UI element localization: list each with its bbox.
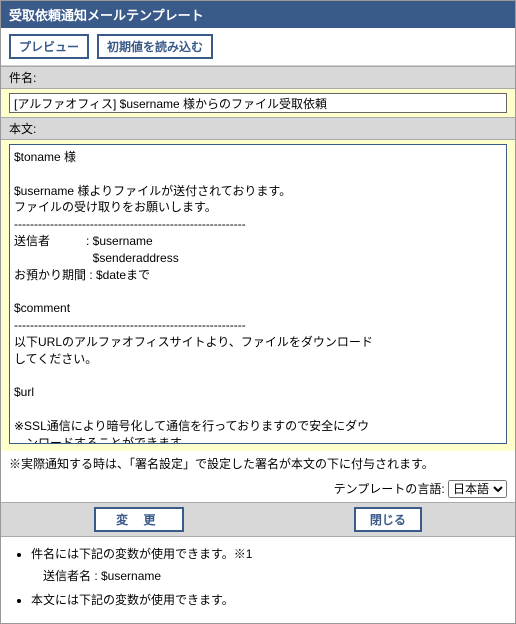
toolbar: プレビュー 初期値を読み込む: [1, 28, 515, 66]
close-button[interactable]: 閉じる: [354, 507, 422, 532]
help-item: 本文には下記の変数が使用できます。: [31, 591, 503, 609]
language-row: テンプレートの言語: 日本語: [1, 476, 515, 502]
help-section: 件名には下記の変数が使用できます。※1 送信者名 : $username 本文に…: [1, 537, 515, 623]
body-textarea[interactable]: [9, 144, 507, 444]
language-label: テンプレートの言語:: [334, 482, 445, 496]
body-label: 本文:: [1, 117, 515, 140]
help-sub: 送信者名 : $username: [43, 567, 503, 585]
signature-note: ※実際通知する時は、「署名設定」で設定した署名が本文の下に付与されます。: [1, 451, 515, 476]
load-defaults-button[interactable]: 初期値を読み込む: [97, 34, 213, 59]
subject-label: 件名:: [1, 66, 515, 89]
change-button[interactable]: 変 更: [94, 507, 183, 532]
subject-input[interactable]: [9, 93, 507, 113]
preview-button[interactable]: プレビュー: [9, 34, 89, 59]
language-select[interactable]: 日本語: [448, 480, 507, 498]
dialog-title: 受取依頼通知メールテンプレート: [1, 1, 515, 28]
help-item: 件名には下記の変数が使用できます。※1 送信者名 : $username: [31, 545, 503, 585]
action-bar: 変 更 閉じる: [1, 502, 515, 537]
